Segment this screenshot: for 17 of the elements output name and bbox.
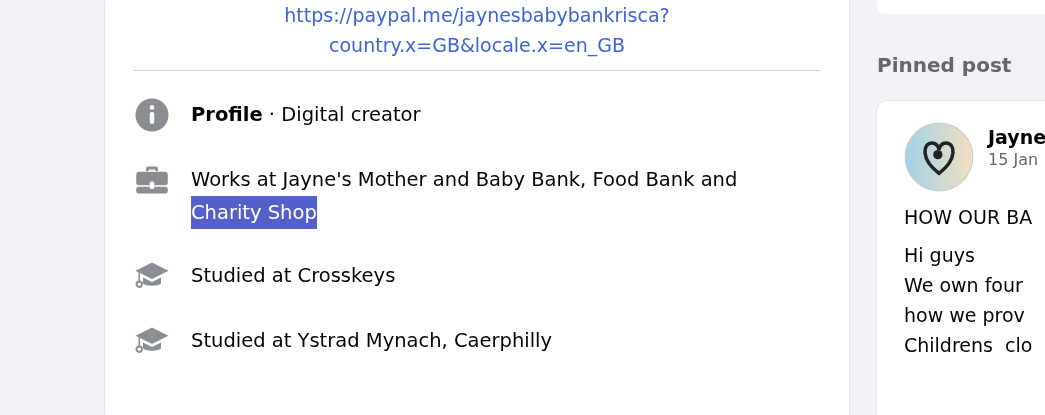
post-title: HOW OUR BA — [904, 206, 1034, 228]
paypal-link[interactable]: country.x=GB&locale.x=en_GB — [329, 30, 625, 60]
info-icon — [134, 97, 170, 133]
author-name[interactable]: Jayne — [988, 126, 1045, 148]
paypal-link[interactable]: https://paypal.me/jaynesbabybankrisca? — [284, 0, 670, 30]
detail-text: Charity Shop — [191, 196, 317, 229]
page-avatar[interactable] — [904, 122, 974, 192]
detail-text: Studied at Crosskeys — [191, 264, 396, 287]
post-text: We own four — [904, 273, 1023, 298]
post-text: Hi guys — [904, 243, 975, 268]
post-text: Childrens clo — [904, 333, 1033, 358]
post-date[interactable]: 15 Jan — [988, 150, 1039, 169]
detail-text: Works at Jayne's Mother and Baby Bank, Food Bank and — [191, 168, 738, 191]
post-text: how we prov — [904, 303, 1025, 328]
detail-text: Profile · Digital creator — [191, 103, 421, 126]
detail-text: Studied at Ystrad Mynach, Caerphilly — [191, 329, 553, 352]
section-heading: Pinned post — [877, 53, 1013, 77]
